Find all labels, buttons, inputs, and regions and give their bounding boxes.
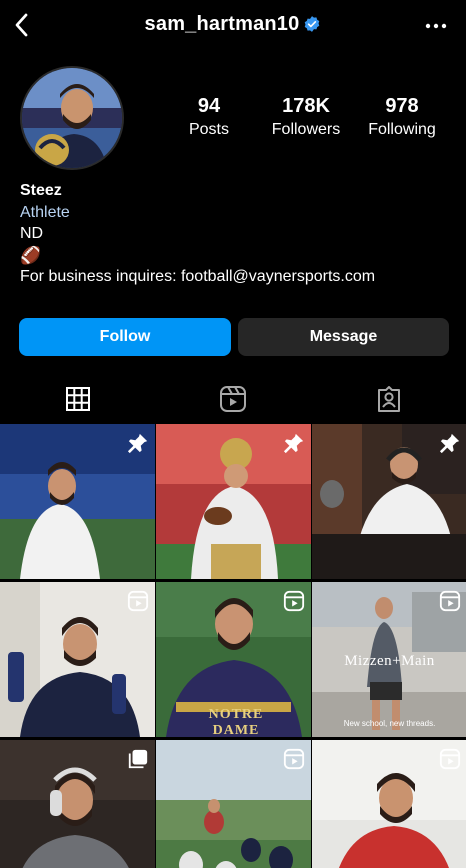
business-contact: For business inquires: football@vaynersp… [20, 268, 376, 285]
followers-stat[interactable]: 178K Followers [262, 95, 350, 141]
carousel-icon [128, 749, 148, 769]
tagged-icon [377, 386, 400, 412]
post-tile[interactable] [156, 424, 311, 579]
post-tile[interactable]: NOTRE DAME [156, 582, 311, 737]
bio: Steez Athlete ND 🏈 For business inquires… [20, 180, 450, 288]
category-label: Athlete [20, 203, 70, 221]
reel-icon [439, 590, 461, 612]
followers-count: 178K [282, 95, 330, 117]
post-tile[interactable]: Mizzen+Main New school, new threads. [312, 582, 466, 737]
reel-icon [283, 748, 305, 770]
reel-icon [127, 590, 149, 612]
posts-count: 94 [197, 95, 221, 117]
reel-icon [439, 748, 461, 770]
posts-stat: 94 Posts [180, 95, 238, 141]
post-tile[interactable] [156, 740, 311, 868]
avatar-image [22, 68, 122, 168]
football-emoji: 🏈 [20, 245, 42, 265]
username: sam_hartman10 [144, 13, 300, 35]
tab-reels[interactable] [155, 378, 310, 420]
verified-badge-icon [305, 16, 320, 32]
post-tile[interactable] [0, 582, 155, 737]
message-button[interactable]: Message [238, 318, 449, 356]
following-count: 978 [385, 95, 419, 117]
display-name: Steez [20, 182, 62, 199]
follow-button[interactable]: Follow [19, 318, 231, 356]
reels-icon [219, 386, 246, 412]
post-tile[interactable] [312, 740, 466, 868]
followers-label: Followers [271, 121, 341, 138]
following-label: Following [368, 121, 436, 138]
caption-overlay: New school, new threads. [343, 719, 436, 728]
reel-icon [283, 590, 305, 612]
jersey-text: NOTRE DAME [208, 707, 264, 737]
profile-avatar[interactable] [20, 66, 124, 170]
posts-label: Posts [188, 121, 229, 138]
pin-icon [127, 433, 148, 454]
post-tile[interactable] [0, 740, 155, 868]
brand-overlay: Mizzen+Main [344, 653, 435, 669]
username-header: sam_hartman10 [0, 13, 466, 36]
bio-line: ND [20, 225, 44, 242]
pin-icon [283, 433, 304, 454]
more-dots-icon[interactable] [424, 16, 448, 36]
profile-tabs [0, 378, 466, 420]
tab-grid[interactable] [0, 378, 155, 420]
grid-icon [65, 387, 90, 411]
top-bar: sam_hartman10 [0, 0, 466, 52]
pin-icon [439, 433, 460, 454]
tab-tagged[interactable] [311, 378, 466, 420]
post-tile[interactable] [312, 424, 466, 579]
post-tile[interactable] [0, 424, 155, 579]
following-stat[interactable]: 978 Following [362, 95, 442, 141]
